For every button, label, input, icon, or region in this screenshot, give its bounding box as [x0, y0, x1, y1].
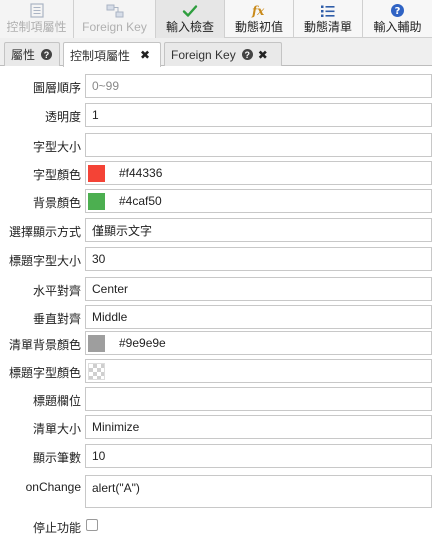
list-bg-color-value: #9e9e9e	[119, 336, 166, 350]
font-color-picker[interactable]: #f44336	[85, 161, 432, 185]
svg-text:?: ?	[395, 6, 401, 17]
tab-label: 屬性	[11, 48, 36, 62]
function-icon: fx	[248, 2, 270, 19]
property-label: 標題欄位	[32, 394, 81, 408]
foreign-key-button[interactable]: Foreign Key	[74, 0, 156, 38]
property-label: 背景顏色	[32, 196, 81, 210]
dynamic-initial-value-label: 動態初值	[234, 20, 283, 34]
checkmark-icon	[179, 2, 201, 19]
property-label: onChange	[25, 480, 81, 494]
help-icon[interactable]: ?	[41, 49, 53, 60]
tab-properties[interactable]: 屬性 ?	[4, 42, 60, 66]
toolbar: 控制項屬性 Foreign Key 輸入檢查 fx 動態初值 動態清單 ? 輸入…	[0, 0, 432, 38]
property-label: 顯示筆數	[32, 451, 81, 465]
opacity-input[interactable]: 1	[85, 103, 432, 127]
property-label: 圖層順序	[32, 81, 81, 95]
property-label: 標題字型大小	[8, 254, 81, 268]
bg-color-value: #4caf50	[119, 194, 162, 208]
font-color-swatch[interactable]	[88, 164, 105, 182]
bg-color-swatch[interactable]	[88, 192, 105, 210]
property-label: 字型顏色	[32, 168, 81, 182]
property-label: 停止功能	[32, 521, 81, 535]
dynamic-list-button[interactable]: 動態清單	[294, 0, 363, 38]
foreign-key-label: Foreign Key	[82, 20, 147, 34]
tab-label: Foreign Key	[171, 47, 236, 62]
property-label: 標題字型顏色	[8, 366, 81, 380]
disable-feature-checkbox[interactable]	[86, 519, 98, 531]
property-label: 字型大小	[32, 140, 81, 154]
on-change-textarea[interactable]: alert("A")	[85, 475, 432, 508]
dynamic-list-label: 動態清單	[303, 20, 352, 34]
list-bg-color-picker[interactable]: #9e9e9e	[85, 331, 432, 355]
title-font-color-picker[interactable]	[85, 359, 432, 383]
list-size-select[interactable]: Minimize	[85, 415, 432, 439]
property-label: 清單大小	[32, 422, 81, 436]
tab-control-properties[interactable]: 控制項屬性 ✖	[63, 42, 161, 67]
title-font-size-input[interactable]: 30	[85, 247, 432, 271]
bg-color-picker[interactable]: #4caf50	[85, 189, 432, 213]
input-assist-label: 輸入輔助	[373, 20, 422, 34]
h-align-select[interactable]: Center	[85, 277, 432, 301]
transparent-swatch[interactable]	[88, 362, 105, 380]
font-size-input[interactable]	[85, 133, 432, 157]
bullet-list-icon	[317, 2, 339, 19]
property-label: 清單背景顏色	[8, 338, 81, 352]
property-label: 水平對齊	[32, 284, 81, 298]
control-properties-button[interactable]: 控制項屬性	[0, 0, 74, 38]
list-bg-color-swatch[interactable]	[88, 334, 105, 352]
tab-foreign-key[interactable]: Foreign Key ? ✖	[164, 42, 282, 66]
input-check-button[interactable]: 輸入檢查	[156, 0, 225, 38]
input-check-label: 輸入檢查	[165, 20, 214, 34]
v-align-select[interactable]: Middle	[85, 305, 432, 329]
tab-label: 控制項屬性	[70, 48, 131, 63]
display-count-input[interactable]: 10	[85, 444, 432, 468]
display-mode-select[interactable]: 僅顯示文字	[85, 218, 432, 242]
svg-text:fx: fx	[251, 4, 265, 18]
close-icon[interactable]: ✖	[140, 48, 150, 62]
control-properties-label: 控制項屬性	[6, 20, 67, 34]
list-doc-icon	[26, 2, 48, 19]
input-assist-button[interactable]: ? 輸入輔助	[363, 0, 432, 38]
help-circle-icon: ?	[387, 2, 409, 19]
font-color-value: #f44336	[119, 166, 163, 180]
dynamic-initial-value-button[interactable]: fx 動態初值	[225, 0, 294, 38]
property-label: 垂直對齊	[32, 312, 81, 326]
property-label: 透明度	[44, 110, 81, 124]
title-field-input[interactable]	[85, 387, 432, 411]
layer-order-input[interactable]: 0~99	[85, 74, 432, 98]
tab-bar: 屬性 ? 控制項屬性 ✖ Foreign Key ? ✖	[0, 38, 432, 67]
close-icon[interactable]: ✖	[258, 48, 268, 62]
property-label: 選擇顯示方式	[8, 225, 81, 239]
help-icon[interactable]: ?	[241, 49, 253, 60]
foreign-key-icon	[104, 2, 126, 19]
